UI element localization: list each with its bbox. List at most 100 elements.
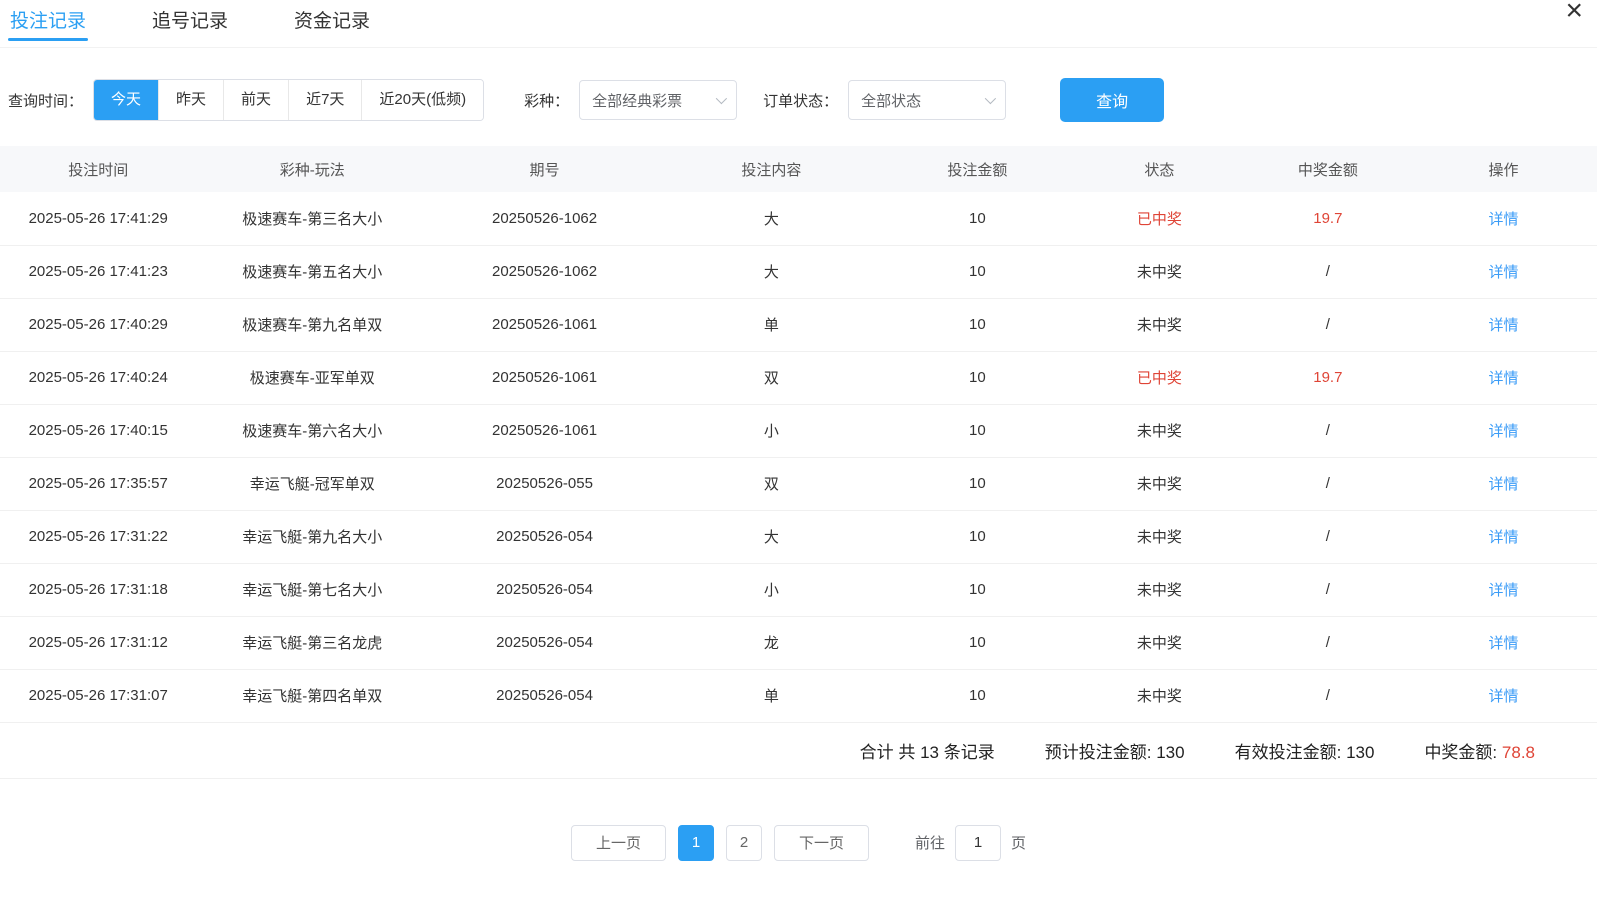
bet-amount-cell: 10 [882, 563, 1074, 616]
summary-valid: 有效投注金额: 130 [1235, 738, 1375, 763]
detail-link[interactable]: 详情 [1489, 688, 1519, 705]
chevron-down-icon [716, 93, 727, 104]
prize-amount-cell: / [1246, 616, 1410, 669]
prize-amount-cell: / [1246, 245, 1410, 298]
lottery-select-value: 全部经典彩票 [592, 90, 682, 111]
table-row: 2025-05-26 17:41:23 极速赛车-第五名大小 20250526-… [0, 245, 1597, 298]
bet-amount-cell: 10 [882, 404, 1074, 457]
summary-valid-label: 有效投注金额: [1235, 743, 1342, 762]
prev-page-button[interactable]: 上一页 [571, 825, 666, 861]
bet-content-cell: 单 [661, 669, 881, 722]
time-option-yesterday[interactable]: 昨天 [158, 80, 223, 120]
order-status-select[interactable]: 全部状态 [848, 80, 1006, 120]
tabs-bar: 投注记录 追号记录 资金记录 × [0, 0, 1597, 48]
lottery-playtype-cell: 极速赛车-第五名大小 [196, 245, 428, 298]
status-cell: 未中奖 [1073, 404, 1245, 457]
lottery-playtype-cell: 幸运飞艇-第三名龙虎 [196, 616, 428, 669]
page-button-2[interactable]: 2 [726, 825, 762, 861]
issue-cell: 20250526-054 [428, 616, 661, 669]
bet-amount-cell: 10 [882, 457, 1074, 510]
header-bet-time: 投注时间 [0, 146, 196, 192]
header-bet-amount: 投注金额 [882, 146, 1074, 192]
betting-records-table: 投注时间 彩种-玩法 期号 投注内容 投注金额 状态 中奖金额 操作 2025-… [0, 146, 1597, 723]
tab-chase-records[interactable]: 追号记录 [150, 0, 230, 47]
page-button-1[interactable]: 1 [678, 825, 714, 861]
summary-total: 合计 共 13 条记录 [860, 738, 995, 763]
betting-records-panel: 投注记录 追号记录 资金记录 × 查询时间： 今天 昨天 前天 近7天 近20天… [0, 0, 1597, 861]
goto-page-group: 前往 页 [915, 825, 1026, 861]
detail-link[interactable]: 详情 [1489, 529, 1519, 546]
summary-expected-value: 130 [1156, 743, 1184, 762]
detail-link[interactable]: 详情 [1489, 264, 1519, 281]
next-page-button[interactable]: 下一页 [774, 825, 869, 861]
issue-cell: 20250526-054 [428, 563, 661, 616]
bet-time-cell: 2025-05-26 17:41:29 [0, 192, 196, 245]
table-row: 2025-05-26 17:35:57 幸运飞艇-冠军单双 20250526-0… [0, 457, 1597, 510]
pagination: 上一页 1 2 下一页 前往 页 [0, 825, 1597, 861]
time-option-7days[interactable]: 近7天 [288, 80, 361, 120]
tab-funds-records[interactable]: 资金记录 [292, 0, 372, 47]
summary-expected: 预计投注金额: 130 [1045, 738, 1185, 763]
header-issue: 期号 [428, 146, 661, 192]
lottery-playtype-cell: 极速赛车-第九名单双 [196, 298, 428, 351]
detail-link[interactable]: 详情 [1489, 317, 1519, 334]
detail-link[interactable]: 详情 [1489, 582, 1519, 599]
tab-betting-records[interactable]: 投注记录 [8, 0, 88, 47]
detail-link[interactable]: 详情 [1489, 370, 1519, 387]
time-filter-label: 查询时间： [8, 90, 83, 111]
lottery-playtype-cell: 极速赛车-亚军单双 [196, 351, 428, 404]
actions-cell: 详情 [1410, 616, 1597, 669]
bet-time-cell: 2025-05-26 17:31:22 [0, 510, 196, 563]
issue-cell: 20250526-054 [428, 510, 661, 563]
bet-time-cell: 2025-05-26 17:40:15 [0, 404, 196, 457]
summary-expected-label: 预计投注金额: [1045, 743, 1152, 762]
status-cell: 已中奖 [1073, 192, 1245, 245]
bet-content-cell: 小 [661, 404, 881, 457]
table-row: 2025-05-26 17:31:07 幸运飞艇-第四名单双 20250526-… [0, 669, 1597, 722]
lottery-select[interactable]: 全部经典彩票 [579, 80, 737, 120]
bet-content-cell: 双 [661, 351, 881, 404]
table-row: 2025-05-26 17:40:15 极速赛车-第六名大小 20250526-… [0, 404, 1597, 457]
status-cell: 未中奖 [1073, 616, 1245, 669]
status-cell: 未中奖 [1073, 245, 1245, 298]
bet-content-cell: 单 [661, 298, 881, 351]
goto-label: 前往 [915, 832, 945, 853]
actions-cell: 详情 [1410, 669, 1597, 722]
time-option-20days[interactable]: 近20天(低频) [361, 80, 483, 120]
table-row: 2025-05-26 17:31:12 幸运飞艇-第三名龙虎 20250526-… [0, 616, 1597, 669]
status-cell: 未中奖 [1073, 457, 1245, 510]
summary-prize-value: 78.8 [1502, 743, 1535, 762]
summary-valid-value: 130 [1346, 743, 1374, 762]
table-row: 2025-05-26 17:31:22 幸运飞艇-第九名大小 20250526-… [0, 510, 1597, 563]
bet-content-cell: 大 [661, 192, 881, 245]
detail-link[interactable]: 详情 [1489, 476, 1519, 493]
prize-amount-cell: / [1246, 457, 1410, 510]
prize-amount-cell: / [1246, 404, 1410, 457]
summary-prize: 中奖金额: 78.8 [1424, 738, 1535, 763]
actions-cell: 详情 [1410, 192, 1597, 245]
issue-cell: 20250526-054 [428, 669, 661, 722]
close-icon[interactable]: × [1565, 0, 1583, 26]
table-row: 2025-05-26 17:40:29 极速赛车-第九名单双 20250526-… [0, 298, 1597, 351]
detail-link[interactable]: 详情 [1489, 423, 1519, 440]
header-status: 状态 [1073, 146, 1245, 192]
bet-content-cell: 龙 [661, 616, 881, 669]
actions-cell: 详情 [1410, 298, 1597, 351]
bet-amount-cell: 10 [882, 351, 1074, 404]
actions-cell: 详情 [1410, 510, 1597, 563]
issue-cell: 20250526-1061 [428, 404, 661, 457]
prize-amount-cell: / [1246, 510, 1410, 563]
status-cell: 已中奖 [1073, 351, 1245, 404]
time-option-today[interactable]: 今天 [94, 80, 158, 120]
bet-time-cell: 2025-05-26 17:40:29 [0, 298, 196, 351]
search-button[interactable]: 查询 [1060, 78, 1164, 122]
prize-amount-cell: 19.7 [1246, 192, 1410, 245]
prize-amount-cell: 19.7 [1246, 351, 1410, 404]
goto-page-input[interactable] [955, 825, 1001, 861]
issue-cell: 20250526-055 [428, 457, 661, 510]
detail-link[interactable]: 详情 [1489, 211, 1519, 228]
bet-amount-cell: 10 [882, 510, 1074, 563]
detail-link[interactable]: 详情 [1489, 635, 1519, 652]
time-option-day-before[interactable]: 前天 [223, 80, 288, 120]
lottery-playtype-cell: 幸运飞艇-第九名大小 [196, 510, 428, 563]
